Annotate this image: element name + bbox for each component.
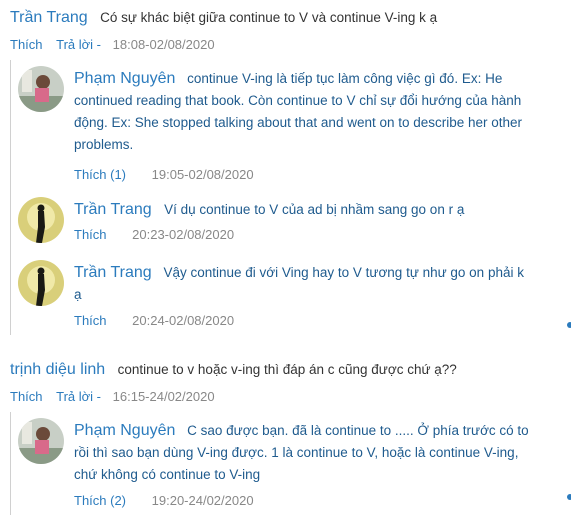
scroll-indicator-icon: [567, 494, 571, 500]
reply-content: Phạm Nguyên continue V-ing là tiếp tục l…: [74, 68, 554, 156]
reply-body: Phạm Nguyên continue V-ing là tiếp tục l…: [74, 68, 554, 156]
avatar: [18, 260, 64, 306]
like-button[interactable]: Thích: [10, 389, 43, 404]
reply-time: 20:23-02/08/2020: [132, 227, 235, 242]
comment-actions: Thích Trả lời - 16:15-24/02/2020: [10, 389, 215, 404]
comment-author[interactable]: Trần Trang: [10, 9, 88, 26]
reply-item: Trần Trang Vậy continue đi với Ving hay …: [18, 260, 558, 335]
reply-actions: Thích (2) 19:20-24/02/2020: [74, 493, 254, 508]
kid-avatar-icon: [18, 418, 64, 464]
reply-content: Phạm Nguyên C sao được bạn. đã là contin…: [74, 420, 534, 486]
reply-button[interactable]: Trả lời -: [56, 37, 101, 52]
like-button[interactable]: Thích: [10, 37, 43, 52]
like-button[interactable]: Thích (1): [74, 167, 126, 182]
reply-author[interactable]: Phạm Nguyên: [74, 70, 175, 87]
reply-thread: Phạm Nguyên continue V-ing là tiếp tục l…: [10, 60, 566, 335]
scroll-indicator-icon: [567, 322, 571, 328]
reply-time: 19:05-02/08/2020: [151, 167, 254, 182]
reply-item: Phạm Nguyên continue V-ing là tiếp tục l…: [18, 65, 558, 185]
comment-author[interactable]: trịnh diệu linh: [10, 361, 105, 378]
reply-thread: Phạm Nguyên C sao được bạn. đã là contin…: [10, 412, 566, 515]
reply-item: Trần Trang Ví dụ continue to V của ad bị…: [18, 197, 558, 247]
reply-time: 19:20-24/02/2020: [151, 493, 254, 508]
reply-item: Phạm Nguyên C sao được bạn. đã là contin…: [18, 417, 558, 515]
avatar: [18, 418, 64, 464]
reply-author[interactable]: Trần Trang: [74, 264, 152, 281]
reply-text: Ví dụ continue to V của ad bị nhầm sang …: [164, 202, 465, 217]
comment-time: 18:08-02/08/2020: [112, 37, 215, 52]
reply-actions: Thích 20:24-02/08/2020: [74, 313, 234, 328]
reply-actions: Thích 20:23-02/08/2020: [74, 227, 234, 242]
reply-time: 20:24-02/08/2020: [132, 313, 235, 328]
reply-content: Trần Trang Vậy continue đi với Ving hay …: [74, 262, 534, 306]
avatar: [18, 197, 64, 243]
reply-body: Trần Trang Vậy continue đi với Ving hay …: [74, 262, 534, 306]
silhouette-avatar-icon: [18, 197, 64, 243]
like-button[interactable]: Thích (2): [74, 493, 126, 508]
reply-button[interactable]: Trả lời -: [56, 389, 101, 404]
reply-body: Trần Trang Ví dụ continue to V của ad bị…: [74, 199, 554, 221]
comment-time: 16:15-24/02/2020: [112, 389, 215, 404]
like-button[interactable]: Thích: [74, 227, 107, 242]
kid-avatar-icon: [18, 66, 64, 112]
like-button[interactable]: Thích: [74, 313, 107, 328]
comment-actions: Thích Trả lời - 18:08-02/08/2020: [10, 37, 215, 52]
reply-author[interactable]: Phạm Nguyên: [74, 422, 175, 439]
reply-body: Phạm Nguyên C sao được bạn. đã là contin…: [74, 420, 534, 486]
avatar: [18, 66, 64, 112]
comment-text: Có sự khác biệt giữa continue to V và co…: [100, 10, 438, 25]
reply-author[interactable]: Trần Trang: [74, 201, 152, 218]
comment-text: continue to v hoặc v-ing thì đáp án c cũ…: [117, 362, 457, 377]
silhouette-avatar-icon: [18, 260, 64, 306]
comment: Trần Trang Có sự khác biệt giữa continue…: [10, 9, 437, 27]
comment: trịnh diệu linh continue to v hoặc v-ing…: [10, 361, 457, 379]
reply-actions: Thích (1) 19:05-02/08/2020: [74, 167, 254, 182]
